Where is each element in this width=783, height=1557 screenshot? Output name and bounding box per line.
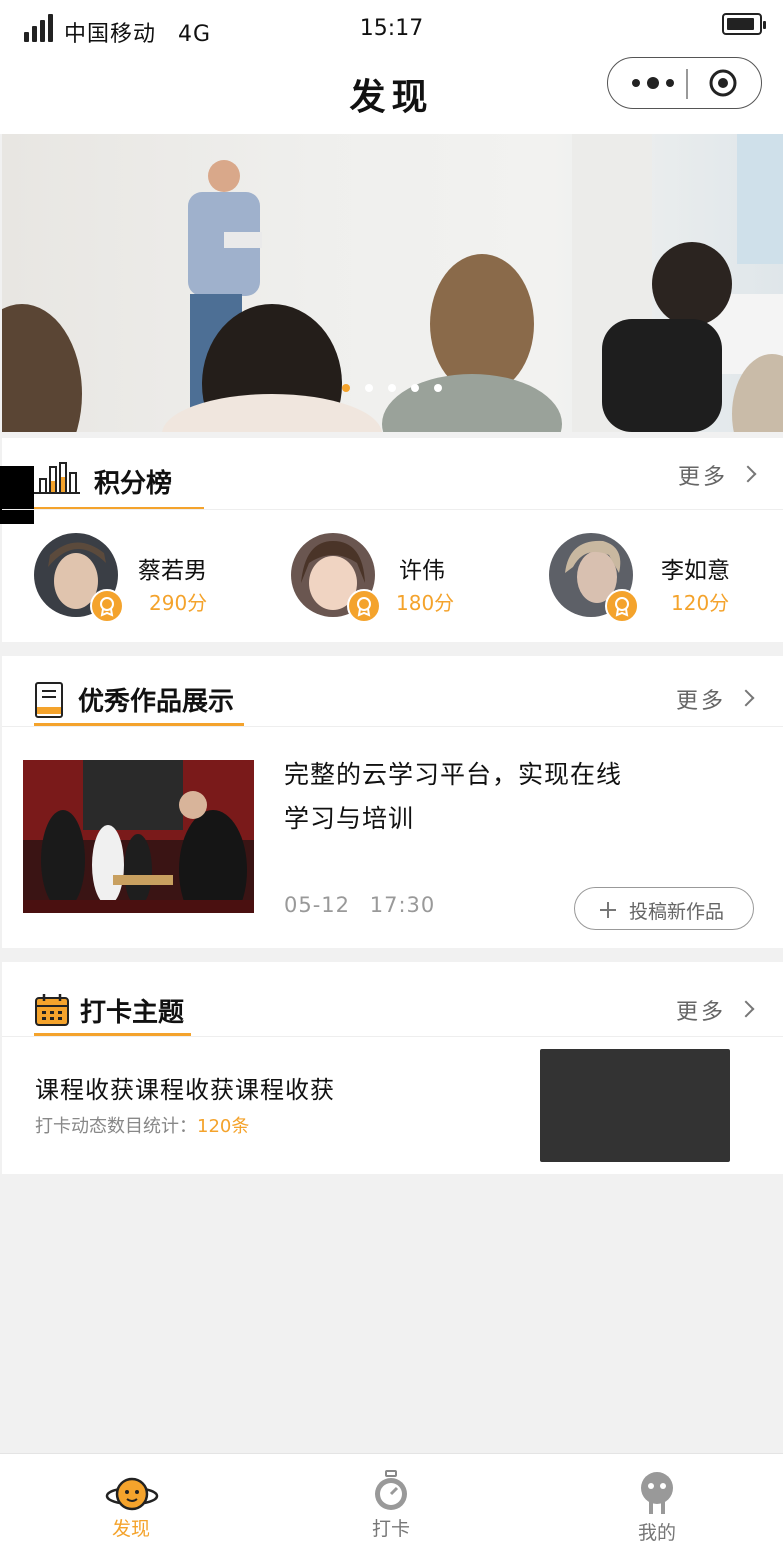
pagination-dot[interactable] (434, 384, 442, 392)
divider (2, 726, 783, 727)
tab-checkin[interactable]: 打卡 (331, 1466, 451, 1546)
close-target-icon[interactable] (708, 68, 738, 98)
work-title-line: 完整的云学习平台，实现在线 (284, 760, 623, 789)
leaderboard-user[interactable]: 李如意 120分 (549, 533, 759, 623)
tab-label: 打卡 (371, 1518, 410, 1540)
submit-work-button[interactable]: 投稿新作品 (574, 887, 754, 930)
leaderboard-more-link[interactable]: 更多 (678, 459, 728, 491)
checkin-more-link[interactable]: 更多 (676, 994, 726, 1026)
divider (2, 1036, 783, 1037)
work-thumbnail[interactable] (23, 760, 254, 913)
medal-icon (347, 589, 381, 623)
work-timestamp: 05-12 17:30 (284, 893, 435, 917)
user-score: 290分 (149, 591, 208, 615)
topic-title[interactable]: 课程收获课程收获课程收获 (35, 1070, 335, 1105)
medal-icon (90, 589, 124, 623)
topic-image-placeholder[interactable] (540, 1049, 730, 1162)
pagination-dot[interactable] (365, 384, 373, 392)
works-more-link[interactable]: 更多 (676, 683, 726, 715)
pagination-dot-active[interactable] (342, 384, 350, 392)
checkin-title: 打卡主题 (80, 998, 185, 1028)
more-menu-icon[interactable] (628, 72, 678, 94)
status-time: 15:17 (359, 16, 424, 41)
submit-work-label: 投稿新作品 (629, 901, 725, 923)
medal-icon (605, 589, 639, 623)
stopwatch-icon (375, 1470, 407, 1510)
miniprogram-capsule (607, 57, 762, 109)
planet-icon (105, 1477, 159, 1511)
user-robot-icon (641, 1472, 673, 1514)
work-title[interactable]: 完整的云学习平台，实现在线 学习与培训 (284, 753, 704, 841)
work-title-line: 学习与培训 (284, 804, 415, 833)
work-date: 05-12 (284, 893, 351, 917)
tab-mine[interactable]: 我的 (597, 1466, 717, 1546)
redaction-block (0, 466, 34, 524)
topic-stat-value: 120条 (197, 1116, 250, 1137)
topic-stat-label: 打卡动态数目统计： (35, 1116, 197, 1137)
user-name: 许伟 (399, 558, 445, 584)
user-name: 蔡若男 (138, 558, 207, 584)
calendar-icon (35, 994, 69, 1026)
banner-carousel[interactable] (2, 134, 783, 432)
book-icon (35, 682, 63, 718)
leaderboard-title: 积分榜 (94, 469, 173, 499)
plus-icon (600, 902, 616, 918)
pagination-dot[interactable] (411, 384, 419, 392)
bar-chart-icon (34, 462, 80, 494)
capsule-divider (686, 69, 688, 99)
work-time: 17:30 (369, 893, 436, 917)
leaderboard-user[interactable]: 蔡若男 290分 (34, 533, 244, 623)
user-score: 180分 (396, 591, 455, 615)
leaderboard-user[interactable]: 许伟 180分 (291, 533, 491, 623)
pagination-dot[interactable] (388, 384, 396, 392)
topic-stat: 打卡动态数目统计：120条 (35, 1112, 249, 1138)
divider (2, 509, 783, 510)
user-name: 李如意 (661, 558, 730, 584)
battery-icon (722, 13, 766, 35)
works-title: 优秀作品展示 (78, 687, 235, 717)
banner-pagination (342, 384, 447, 394)
tab-discover[interactable]: 发现 (71, 1466, 191, 1546)
tab-label: 发现 (111, 1518, 150, 1540)
tab-label: 我的 (637, 1522, 676, 1544)
user-score: 120分 (671, 591, 730, 615)
